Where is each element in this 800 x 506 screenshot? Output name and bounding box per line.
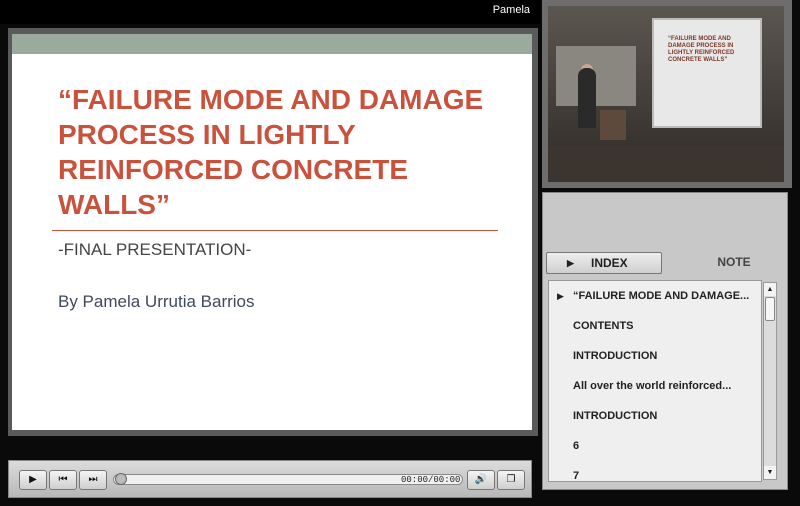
slide-header-band [12, 34, 532, 54]
slide-divider [52, 230, 498, 231]
video-whiteboard [556, 46, 636, 106]
playback-controls: ▶ ⏮ ⏭ 00:00/00:00 🔊 ❐ [8, 460, 532, 498]
progress-knob[interactable] [115, 473, 127, 485]
index-item[interactable]: CONTENTS [573, 311, 759, 341]
slide: “FAILURE MODE AND DAMAGE PROCESS IN LIGH… [12, 54, 532, 430]
index-item[interactable]: 7 [573, 461, 759, 481]
speaker-icon: 🔊 [474, 474, 488, 485]
panel-tabs: ▶ INDEX NOTE [546, 252, 786, 274]
window-restore-icon: ❐ [506, 474, 516, 485]
previous-button[interactable]: ⏮ [49, 470, 77, 490]
index-scrollbar[interactable]: ▲ ▼ [763, 282, 777, 480]
scroll-thumb[interactable] [765, 297, 775, 321]
index-list: ▶ “FAILURE MODE AND DAMAGE... CONTENTS I… [548, 280, 762, 482]
tab-note[interactable]: NOTE [694, 252, 774, 274]
play-icon: ▶ [29, 474, 37, 485]
play-button[interactable]: ▶ [19, 470, 47, 490]
next-button[interactable]: ⏭ [79, 470, 107, 490]
video-desk [548, 146, 784, 182]
index-item[interactable]: INTRODUCTION [573, 341, 759, 371]
video-projection-screen: “FAILURE MODE AND DAMAGE PROCESS IN LIGH… [652, 18, 762, 128]
video-presenter [578, 68, 596, 128]
scroll-up-icon[interactable]: ▲ [764, 283, 776, 296]
presenter-name: Pamela [492, 4, 530, 16]
slide-title: “FAILURE MODE AND DAMAGE PROCESS IN LIGH… [58, 84, 484, 220]
skip-forward-icon: ⏭ [88, 474, 98, 485]
video-podium [600, 110, 626, 140]
tab-index-label: INDEX [591, 256, 628, 270]
tab-index[interactable]: ▶ INDEX [546, 252, 662, 274]
skip-back-icon: ⏮ [58, 474, 68, 485]
index-item[interactable]: 6 [573, 431, 759, 461]
presenter-video[interactable]: “FAILURE MODE AND DAMAGE PROCESS IN LIGH… [548, 6, 784, 182]
volume-button[interactable]: 🔊 [467, 470, 495, 490]
slide-subtitle: -FINAL PRESENTATION- [58, 240, 252, 259]
time-display: 00:00/00:00 [401, 475, 461, 485]
slide-author: By Pamela Urrutia Barrios [58, 292, 255, 311]
tab-note-label: NOTE [717, 255, 751, 269]
play-icon: ▶ [567, 258, 574, 268]
video-screen-text: “FAILURE MODE AND DAMAGE PROCESS IN LIGH… [668, 36, 735, 63]
index-item[interactable]: “FAILURE MODE AND DAMAGE... [573, 281, 759, 311]
current-item-icon: ▶ [557, 291, 564, 301]
window-button[interactable]: ❐ [497, 470, 525, 490]
top-bar [0, 0, 540, 24]
index-item[interactable]: All over the world reinforced... [573, 371, 759, 401]
index-item[interactable]: INTRODUCTION [573, 401, 759, 431]
scroll-down-icon[interactable]: ▼ [764, 466, 776, 479]
